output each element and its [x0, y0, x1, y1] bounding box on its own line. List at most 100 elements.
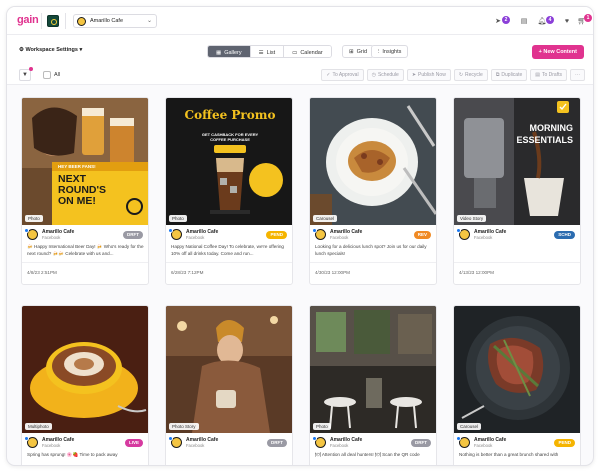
divider [166, 262, 292, 263]
messages-badge: 2 [502, 16, 510, 24]
facebook-icon [24, 436, 29, 441]
platform-label: Facebook [186, 443, 205, 448]
filter-active-dot [29, 67, 33, 71]
status-badge: DRFT [411, 439, 431, 447]
platform-label: Facebook [474, 443, 493, 448]
brand-switcher-icon[interactable] [47, 15, 59, 27]
tab-list-label: List [266, 49, 276, 56]
tab-list[interactable]: ☰ List [250, 46, 285, 57]
workspace-settings-button[interactable]: ⚙ Workspace Settings ▾ [19, 47, 82, 53]
post-date: 4/30/23 12:00PM [315, 270, 350, 275]
cafe-interior-photo [310, 306, 436, 433]
account-name: Amarillo Cafe [90, 18, 124, 24]
recycle-label: Recycle [465, 71, 483, 78]
to-drafts-label: To Drafts [541, 71, 562, 78]
post-image[interactable]: HEY BEER FANS! NEXT ROUND'S ON ME! Photo [22, 98, 148, 225]
post-card[interactable]: Multiphoto Amarillo Cafe Facebook LIVE S… [21, 305, 149, 465]
alerts-badge: 4 [546, 16, 554, 24]
post-date: 4/8/23 2:51PM [27, 270, 57, 275]
post-image[interactable]: Photo [310, 306, 436, 433]
post-caption: Looking for a delicious lunch spot? Join… [315, 244, 427, 256]
grid-label: Grid [356, 48, 367, 55]
send-icon: ➤ [411, 71, 417, 78]
platform-label: Facebook [474, 235, 493, 240]
latte-photo [22, 306, 148, 433]
insights-label: Insights [382, 48, 402, 55]
select-all-label: All [54, 72, 61, 78]
post-caption [171, 451, 289, 465]
to-drafts-button[interactable]: ▤ To Drafts [530, 69, 567, 81]
cafe-logo-icon [126, 198, 143, 215]
list-icon: ☰ [258, 49, 264, 56]
post-image[interactable]: MORNING ESSENTIALS Video Story [454, 98, 580, 225]
post-image[interactable]: Multiphoto [22, 306, 148, 433]
platform-label: Facebook [186, 235, 205, 240]
post-type-tag: Photo [25, 215, 43, 222]
document-icon[interactable]: ▤ [519, 16, 529, 26]
gear-icon: ⚙ [19, 47, 24, 53]
divider [454, 262, 580, 263]
recycle-button[interactable]: ↻ Recycle [453, 69, 488, 81]
post-date: 6/28/23 7:12PM [171, 270, 204, 275]
select-all-checkbox[interactable] [43, 71, 51, 79]
espresso-photo [454, 98, 580, 225]
post-card[interactable]: Photo Story Amarillo Cafe Facebook DRFT [165, 305, 293, 465]
insights-button[interactable]: ⫶ Insights [371, 45, 409, 58]
clock-icon: ◷ [371, 71, 376, 78]
platform-label: Facebook [42, 235, 61, 240]
post-caption: Nothing is better than a great brunch sh… [459, 452, 559, 457]
post-caption: 🍻 Happy International Beer Day! 🍻 Who's … [27, 244, 144, 256]
post-type-tag: Photo [169, 215, 187, 222]
post-card[interactable]: Coffee Promo GET CASHBACK FOR EVERY COFF… [165, 97, 293, 285]
more-icon: ··· [575, 71, 580, 78]
facebook-icon [312, 228, 317, 233]
pasta-photo [310, 98, 436, 225]
status-badge: PEND [266, 231, 287, 239]
tab-calendar[interactable]: ▭ Calendar [284, 46, 331, 57]
to-approval-label: To Approval [332, 71, 359, 78]
draft-icon: ▤ [535, 71, 540, 78]
chevron-down-icon: ⌄ [146, 18, 152, 24]
grid-icon: ⊞ [349, 48, 354, 55]
post-card[interactable]: HEY BEER FANS! NEXT ROUND'S ON ME! Photo… [21, 97, 149, 285]
overlay-headline: Coffee Promo [184, 108, 276, 122]
facebook-icon [24, 228, 29, 233]
chart-icon: ⫶ [378, 48, 380, 55]
status-badge: PEND [554, 439, 575, 447]
overlay-headline: MORNING ESSENTIALS [516, 123, 573, 145]
overlay-kicker: HEY BEER FANS! [58, 164, 96, 169]
more-options-button[interactable]: ··· [570, 69, 585, 81]
divider [41, 13, 42, 29]
duplicate-button[interactable]: ⧉ Duplicate [490, 69, 528, 81]
status-badge: DRFT [123, 231, 143, 239]
post-card[interactable]: MORNING ESSENTIALS Video Story Amarillo … [453, 97, 581, 285]
post-card[interactable]: Carousel Amarillo Cafe Facebook REV Look… [309, 97, 437, 285]
tab-gallery[interactable]: ▦ Gallery [208, 46, 251, 57]
chevron-down-icon: ▾ [79, 47, 83, 53]
schedule-label: Schedule [377, 71, 399, 78]
publish-now-label: Publish Now [418, 71, 446, 78]
publish-now-button[interactable]: ➤ Publish Now [406, 69, 451, 81]
post-image[interactable]: Coffee Promo GET CASHBACK FOR EVERY COFF… [166, 98, 292, 225]
facebook-icon [456, 436, 461, 441]
post-image[interactable]: Photo Story [166, 306, 292, 433]
account-selector[interactable]: Amarillo Cafe ⌄ [73, 14, 157, 28]
heart-icon[interactable]: ♥ [562, 16, 572, 26]
post-card[interactable]: Photo Amarillo Cafe Facebook DRFT 🍽 Atte… [309, 305, 437, 465]
new-content-button[interactable]: + New Content [531, 45, 584, 59]
gain-logo[interactable]: gain [17, 14, 39, 26]
to-approval-button[interactable]: ✓ To Approval [321, 69, 364, 81]
post-caption: Happy National Coffee Day! To celebrate,… [171, 244, 284, 256]
post-image[interactable]: Carousel [454, 306, 580, 433]
post-caption: 🍽 Attention all deal hunters! 🍽 Scan the… [315, 452, 420, 457]
grid-button[interactable]: ⊞ Grid [342, 45, 374, 58]
facebook-icon [168, 436, 173, 441]
view-tabs: ▦ Gallery ☰ List ▭ Calendar [207, 45, 332, 58]
recycle-icon: ↻ [458, 71, 464, 78]
post-type-tag: Video Story [457, 215, 487, 222]
status-badge: LIVE [124, 439, 143, 447]
post-image[interactable]: Carousel [310, 98, 436, 225]
post-card[interactable]: Carousel Amarillo Cafe Facebook PEND Not… [453, 305, 581, 465]
schedule-button[interactable]: ◷ Schedule [366, 69, 404, 81]
overlay-kicker: GET CASHBACK FOR EVERY COFFEE PURCHASE [201, 132, 259, 142]
